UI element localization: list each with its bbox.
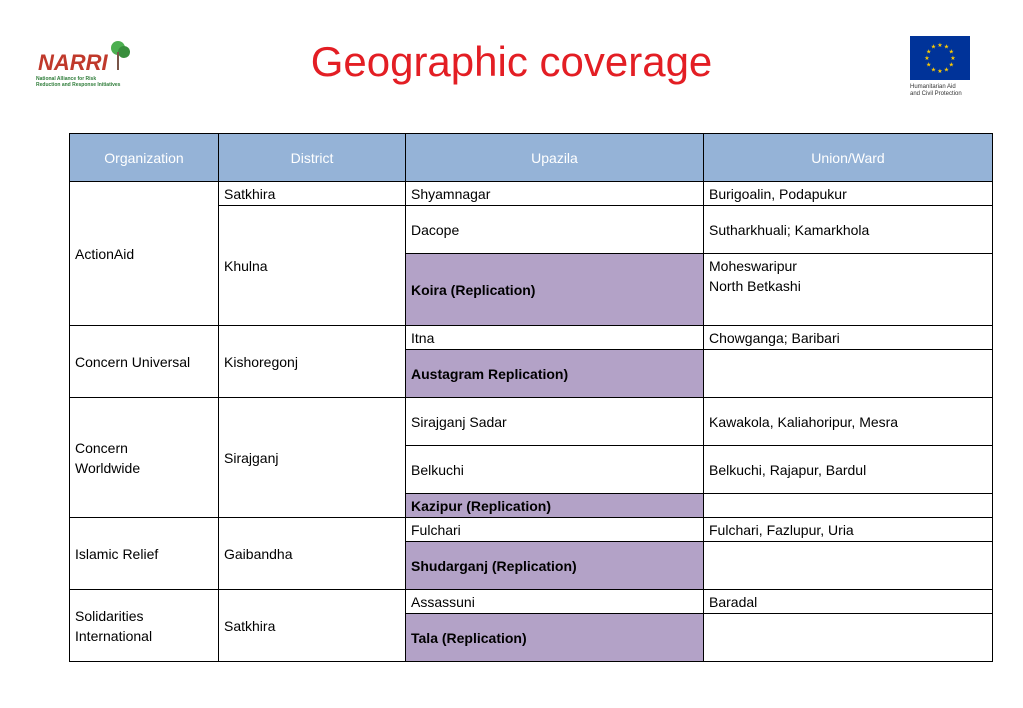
coverage-table: Organization District Upazila Union/Ward…	[69, 133, 993, 662]
page-title: Geographic coverage	[310, 38, 713, 85]
upazila-cell: Shyamnagar	[405, 181, 704, 206]
org-name-line: Solidarities	[75, 607, 144, 624]
org-cell: Concern Worldwide	[69, 397, 219, 518]
eu-star-icon: ★	[931, 44, 936, 51]
eu-star-icon: ★	[944, 66, 949, 73]
union-cell-empty	[703, 349, 993, 398]
eu-star-icon: ★	[950, 55, 955, 62]
upazila-replication-cell: Tala (Replication)	[405, 613, 704, 662]
union-cell: Burigoalin, Podapukur	[703, 181, 993, 206]
district-cell: Khulna	[218, 205, 406, 326]
table-header-row: Organization District Upazila Union/Ward	[69, 133, 993, 182]
upazila-replication-cell: Kazipur (Replication)	[405, 493, 704, 518]
header-upazila: Upazila	[405, 133, 704, 182]
table-row: Concern Worldwide Sirajganj Sirajganj Sa…	[69, 397, 993, 518]
union-cell-empty	[703, 541, 993, 590]
district-cell: Satkhira	[218, 589, 406, 662]
eu-caption-line1: Humanitarian Aid	[910, 84, 956, 90]
union-cell-empty	[703, 613, 993, 662]
upazila-cell: Sirajganj Sadar	[405, 397, 704, 446]
district-cell: Sirajganj	[218, 397, 406, 518]
union-cell: Kawakola, Kaliahoripur, Mesra	[703, 397, 993, 446]
org-name-line: Worldwide	[75, 459, 141, 476]
upazila-cell: Dacope	[405, 205, 704, 254]
eu-star-icon: ★	[949, 49, 954, 56]
union-cell: Belkuchi, Rajapur, Bardul	[703, 445, 993, 494]
union-cell: Chowganga; Baribari	[703, 325, 993, 350]
union-cell: Fulchari, Fazlupur, Uria	[703, 517, 993, 542]
table-row: Concern Universal Kishoregonj Itna Chowg…	[69, 325, 993, 398]
eu-star-icon: ★	[926, 62, 931, 69]
eu-star-icon: ★	[937, 42, 942, 49]
eu-star-icon: ★	[924, 55, 929, 62]
header-union-ward: Union/Ward	[703, 133, 993, 182]
table-row: ActionAid Satkhira Shyamnagar Burigoalin…	[69, 181, 993, 326]
upazila-cell: Belkuchi	[405, 445, 704, 494]
org-cell: Islamic Relief	[69, 517, 219, 590]
org-name-line: Concern	[75, 439, 128, 456]
upazila-replication-cell: Austagram Replication)	[405, 349, 704, 398]
district-cell: Kishoregonj	[218, 325, 406, 398]
union-cell: Baradal	[703, 589, 993, 614]
org-name-line: International	[75, 627, 153, 644]
union-cell: Moheswaripur North Betkashi	[703, 253, 993, 326]
upazila-cell: Assassuni	[405, 589, 704, 614]
upazila-cell: Fulchari	[405, 517, 704, 542]
eu-flag-icon: ★ ★ ★ ★ ★ ★ ★ ★ ★ ★ ★ ★	[910, 36, 970, 80]
district-cell: Gaibandha	[218, 517, 406, 590]
eu-caption: Humanitarian Aid and Civil Protection	[910, 84, 972, 98]
upazila-replication-cell: Koira (Replication)	[405, 253, 704, 326]
header-organization: Organization	[69, 133, 219, 182]
eu-caption-line2: and Civil Protection	[910, 91, 962, 97]
upazila-cell: Itna	[405, 325, 704, 350]
union-cell: Sutharkhuali; Kamarkhola	[703, 205, 993, 254]
union-cell-empty	[703, 493, 993, 518]
union-line: Moheswaripur	[709, 258, 797, 274]
table-row: Islamic Relief Gaibandha Fulchari Fulcha…	[69, 517, 993, 590]
org-cell: ActionAid	[69, 181, 219, 326]
upazila-replication-cell: Shudarganj (Replication)	[405, 541, 704, 590]
org-cell: Solidarities International	[69, 589, 219, 662]
org-cell: Concern Universal	[69, 325, 219, 398]
eu-logo: ★ ★ ★ ★ ★ ★ ★ ★ ★ ★ ★ ★ Humanitarian Aid and Civil …	[910, 36, 972, 98]
table-row: Solidarities International Satkhira Assa…	[69, 589, 993, 662]
eu-star-icon: ★	[949, 62, 954, 69]
header-district: District	[218, 133, 406, 182]
district-cell: Satkhira	[218, 181, 406, 206]
eu-star-icon: ★	[937, 68, 942, 75]
union-line: North Betkashi	[709, 278, 801, 294]
eu-star-icon: ★	[931, 66, 936, 73]
